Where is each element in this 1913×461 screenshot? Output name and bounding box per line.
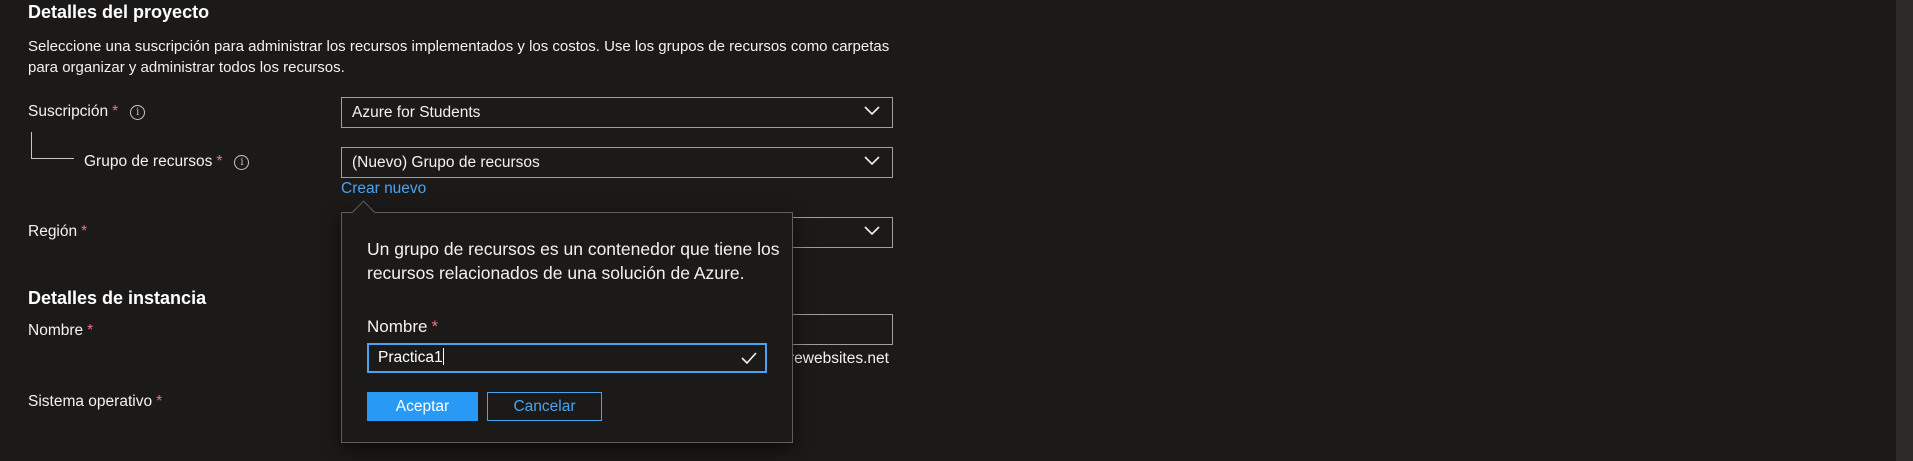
popup-name-label-text: Nombre (367, 317, 428, 336)
create-new-link[interactable]: Crear nuevo (341, 180, 426, 198)
section-heading-instance-details: Detalles de instancia (28, 288, 207, 308)
required-mark: * (431, 317, 439, 336)
text-caret (442, 348, 444, 365)
os-label-text: Sistema operativo (28, 393, 153, 410)
subscription-label: Suscripción * i (28, 103, 146, 121)
resource-group-label-text: Grupo de recursos (84, 153, 213, 170)
os-label: Sistema operativo * (28, 393, 162, 411)
cancel-button[interactable]: Cancelar (487, 392, 602, 421)
popup-name-label: Nombre * (367, 317, 438, 337)
info-icon[interactable]: i (130, 105, 146, 120)
name-label: Nombre * (28, 322, 93, 340)
checkmark-icon (741, 352, 757, 364)
subscription-label-text: Suscripción (28, 103, 109, 120)
resource-group-dropdown[interactable]: (Nuevo) Grupo de recursos (341, 147, 893, 178)
project-details-description: Seleccione una suscripción para administ… (28, 38, 890, 76)
region-label: Región * (28, 223, 87, 241)
name-label-text: Nombre (28, 322, 84, 339)
popup-name-value: Practica1 (378, 349, 443, 366)
required-mark: * (87, 322, 94, 339)
region-label-text: Región (28, 223, 78, 240)
subscription-value: Azure for Students (352, 104, 481, 121)
domain-suffix: rewebsites.net (789, 350, 889, 367)
required-mark: * (112, 103, 119, 120)
popup-description: Un grupo de recursos es un contenedor qu… (367, 239, 780, 283)
section-heading-project-details: Detalles del proyecto (28, 2, 210, 22)
resource-group-label: Grupo de recursos * i (84, 153, 250, 171)
create-resource-group-popup: Un grupo de recursos es un contenedor qu… (341, 212, 793, 443)
chevron-down-icon (864, 156, 880, 166)
vertical-scrollbar[interactable] (1896, 0, 1913, 461)
chevron-down-icon (864, 106, 880, 116)
required-mark: * (216, 153, 223, 170)
required-mark: * (81, 223, 88, 240)
popup-name-input[interactable]: Practica1 (367, 343, 767, 373)
tree-connector (31, 132, 74, 159)
resource-group-value: (Nuevo) Grupo de recursos (352, 154, 540, 171)
subscription-dropdown[interactable]: Azure for Students (341, 97, 893, 128)
required-mark: * (156, 393, 163, 410)
info-icon[interactable]: i (234, 155, 250, 170)
chevron-down-icon (864, 226, 880, 236)
accept-button[interactable]: Aceptar (367, 392, 478, 421)
